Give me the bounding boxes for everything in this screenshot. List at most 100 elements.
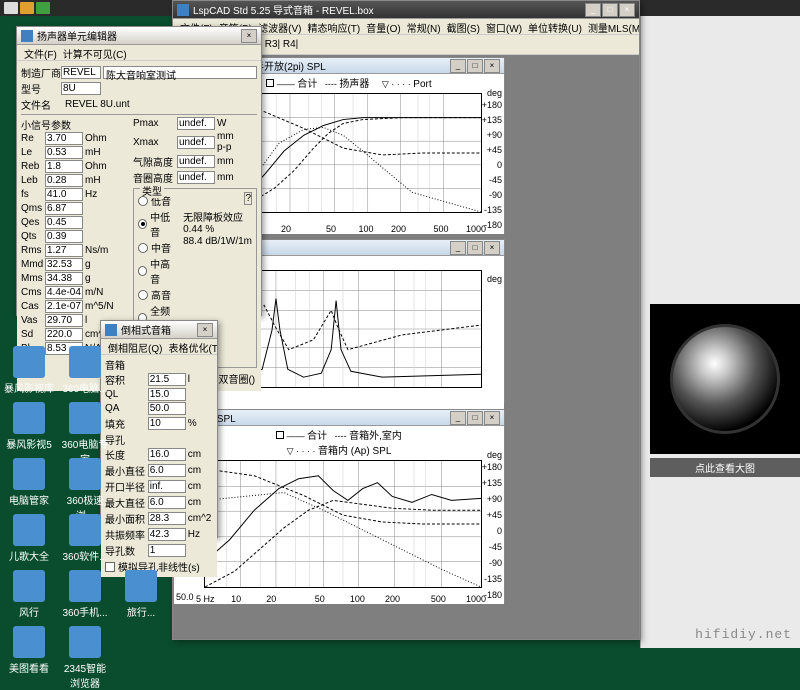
minimize-button[interactable]: _ [585,3,601,17]
main-titlebar[interactable]: LspCAD Std 5.25 导式音箱 - REVEL.box _ □ × [173,1,639,19]
desktop-icon[interactable]: 电脑管家 [4,458,54,507]
menu-item[interactable]: 窗口(W) [483,19,525,34]
x-tick: 1000 [466,594,486,604]
close-button[interactable]: × [484,241,500,255]
param-unit: cm [186,465,213,476]
icon-label: 2345智能浏览器 [60,660,110,690]
param-input[interactable] [177,117,215,130]
help-button[interactable]: ? [244,192,252,205]
maximize-button[interactable]: □ [602,3,618,17]
close-button[interactable]: × [197,323,213,337]
app-icon [13,514,45,546]
param-unit: % [186,418,213,429]
chart3-titlebar[interactable]: 室内 SPL _□× [174,410,504,426]
icon-label: 360手机... [60,604,110,619]
thumb-caption[interactable]: 点此查看大图 [650,458,800,477]
desktop-icon[interactable]: 旅行... [116,570,166,619]
param-unit: Hz [186,529,213,540]
close-button[interactable]: × [619,3,635,17]
param-unit: cm^2 [186,513,213,524]
menu-item[interactable]: 音量(O) [363,19,403,34]
param-input[interactable] [177,155,215,168]
close-button[interactable]: × [484,411,500,425]
taskbar-app-icon[interactable] [4,2,18,14]
param-unit: mm [215,156,243,167]
app-icon [69,402,101,434]
minimize-button[interactable]: _ [450,411,466,425]
icon-label: 360电脑... [60,380,110,395]
y-tick: +45 [487,145,502,155]
desktop-icon[interactable]: 暴风影视库 [4,346,54,395]
minimize-button[interactable]: _ [450,241,466,255]
x-tick: 100 [359,224,374,234]
icon-label: 风行 [4,604,54,619]
desktop-icon[interactable]: 360软件... [60,514,110,563]
y-tick: 0 [497,526,502,536]
icon-label: 儿歌大全 [4,548,54,563]
app-icon [69,570,101,602]
menu-item[interactable]: 滤波器(V) [255,19,304,34]
y-tick: -180 [484,590,502,600]
damp-u2: dB/1W/1m [205,236,252,247]
param-unit: l [186,374,213,385]
app-icon [177,4,189,16]
x-tick: 20 [266,594,276,604]
close-button[interactable]: × [484,59,500,73]
desktop-icon[interactable]: 2345智能浏览器 [60,626,110,690]
menu-item[interactable]: 常规(N) [404,19,444,34]
x-tick: 20 [281,224,291,234]
y-tick: +180 [482,100,502,110]
chart3-legend: —— 合计 ---- 音箱外,室内 ▽ · · · · 音箱内 (Ap) SPL [174,426,504,458]
y-unit-r: deg [487,88,502,98]
desktop-icon[interactable]: 360电脑专家 [60,402,110,466]
desktop[interactable]: 暴风影视库 360电脑... 暴风影视5 360电脑专家电脑管家 360极速浏... 儿歌… [0,16,180,648]
app-icon [13,570,45,602]
close-button[interactable]: × [241,29,257,43]
param-unit: cm [186,497,213,508]
x-tick: 100 [350,594,365,604]
chart3-body: —— 合计 ---- 音箱外,室内 ▽ · · · · 音箱内 (Ap) SPL… [174,426,504,604]
chart1-plot [224,93,482,213]
y-unit-r: deg [487,450,502,460]
maximize-button[interactable]: □ [467,241,483,255]
desktop-icon[interactable]: 儿歌大全 [4,514,54,563]
desktop-icon[interactable]: 美图看看 [4,626,54,675]
menu-item[interactable]: 精态响应(T) [304,19,363,34]
desktop-icon[interactable]: 风行 [4,570,54,619]
icon-label: 暴风影视5 [4,436,54,451]
y-tick: +135 [482,115,502,125]
menu-item[interactable]: 测量MLS(M) [585,19,639,34]
param-unit: cm [186,481,213,492]
param-input[interactable] [177,171,215,184]
desktop-icon[interactable]: 360极速浏... [60,458,110,522]
app-icon [125,570,157,602]
damp-u1: % [205,224,214,235]
x-tick: 5 Hz [196,594,215,604]
taskbar-app-icon[interactable] [20,2,34,14]
x-tick: 200 [385,594,400,604]
x-tick: 500 [434,224,449,234]
y-tick: 0 [497,160,502,170]
param-unit: mm [215,172,243,183]
param-unit: W [215,118,243,129]
taskbar-app-icon[interactable] [36,2,50,14]
y-tick: -90 [489,190,502,200]
desktop-icon[interactable]: 360电脑... [60,346,110,395]
y-tick: +135 [482,478,502,488]
speaker-image-thumb[interactable] [650,304,800,454]
icon-label: 电脑管家 [4,492,54,507]
param-input[interactable] [177,136,215,149]
menu-item[interactable]: 截图(S) [444,19,483,34]
main-title: LspCAD Std 5.25 导式音箱 - REVEL.box [193,2,585,17]
chart3-title: 室内 SPL [194,410,450,425]
menu-item[interactable]: 单位转换(U) [525,19,585,34]
minimize-button[interactable]: _ [450,59,466,73]
desktop-icon[interactable]: 360手机... [60,570,110,619]
param-unit: mm p-p [215,131,243,153]
app-icon [69,626,101,658]
app-icon [69,458,101,490]
maximize-button[interactable]: □ [467,59,483,73]
maximize-button[interactable]: □ [467,411,483,425]
desktop-icon[interactable]: 暴风影视5 [4,402,54,451]
app-icon [69,346,101,378]
